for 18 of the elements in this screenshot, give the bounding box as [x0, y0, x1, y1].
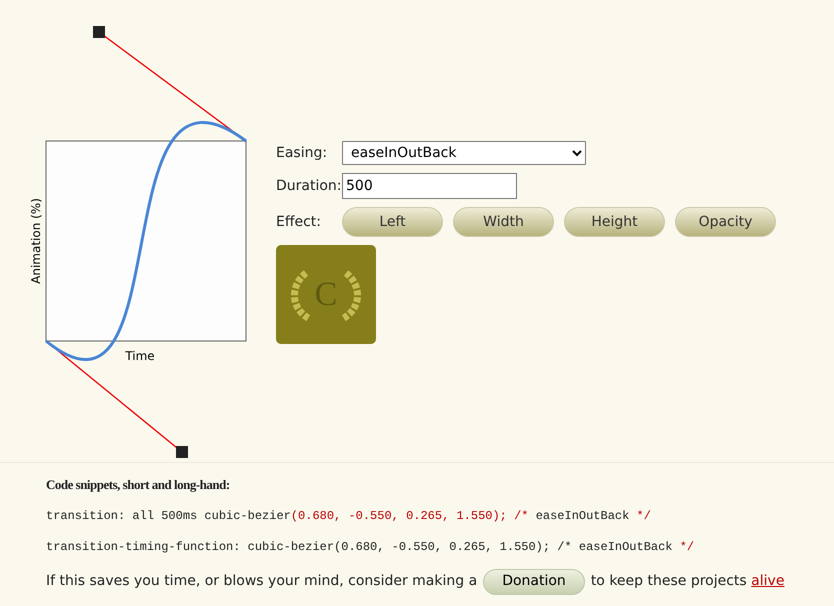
snippets-heading: Code snippets, short and long-hand:: [46, 476, 231, 494]
alive-link[interactable]: alive: [751, 573, 784, 590]
footer-text: If this saves you time, or blows your mind, consider making a: [46, 573, 478, 590]
axis-label: Animation (%): [29, 198, 43, 284]
axis-label: Time: [125, 349, 155, 363]
effect-button[interactable]: Left: [342, 207, 443, 237]
duration-field[interactable]: 500: [342, 173, 517, 199]
effect-label: Effect:: [276, 212, 322, 232]
effect-button[interactable]: Width: [453, 207, 554, 237]
effect-button[interactable]: Height: [564, 207, 665, 237]
code-line: transition-timing-function: cubic-bezier(0.680, -0.550, 0.265, 1.550); /* easeInOutBack */: [46, 538, 696, 556]
duration-label: Duration:: [276, 176, 342, 196]
donation-button[interactable]: Donation: [483, 568, 585, 594]
code-line: transition: all 500ms cubic-bezier(0.680, -0.550, 0.265, 1.550); /* easeInOutBack */: [46, 508, 652, 524]
footer-text: to keep these projects: [590, 573, 747, 590]
easing-dropdown[interactable]: easeInOutBack: [342, 141, 586, 165]
easing-label: Easing:: [276, 144, 328, 162]
effect-button[interactable]: Opacity: [675, 207, 776, 237]
